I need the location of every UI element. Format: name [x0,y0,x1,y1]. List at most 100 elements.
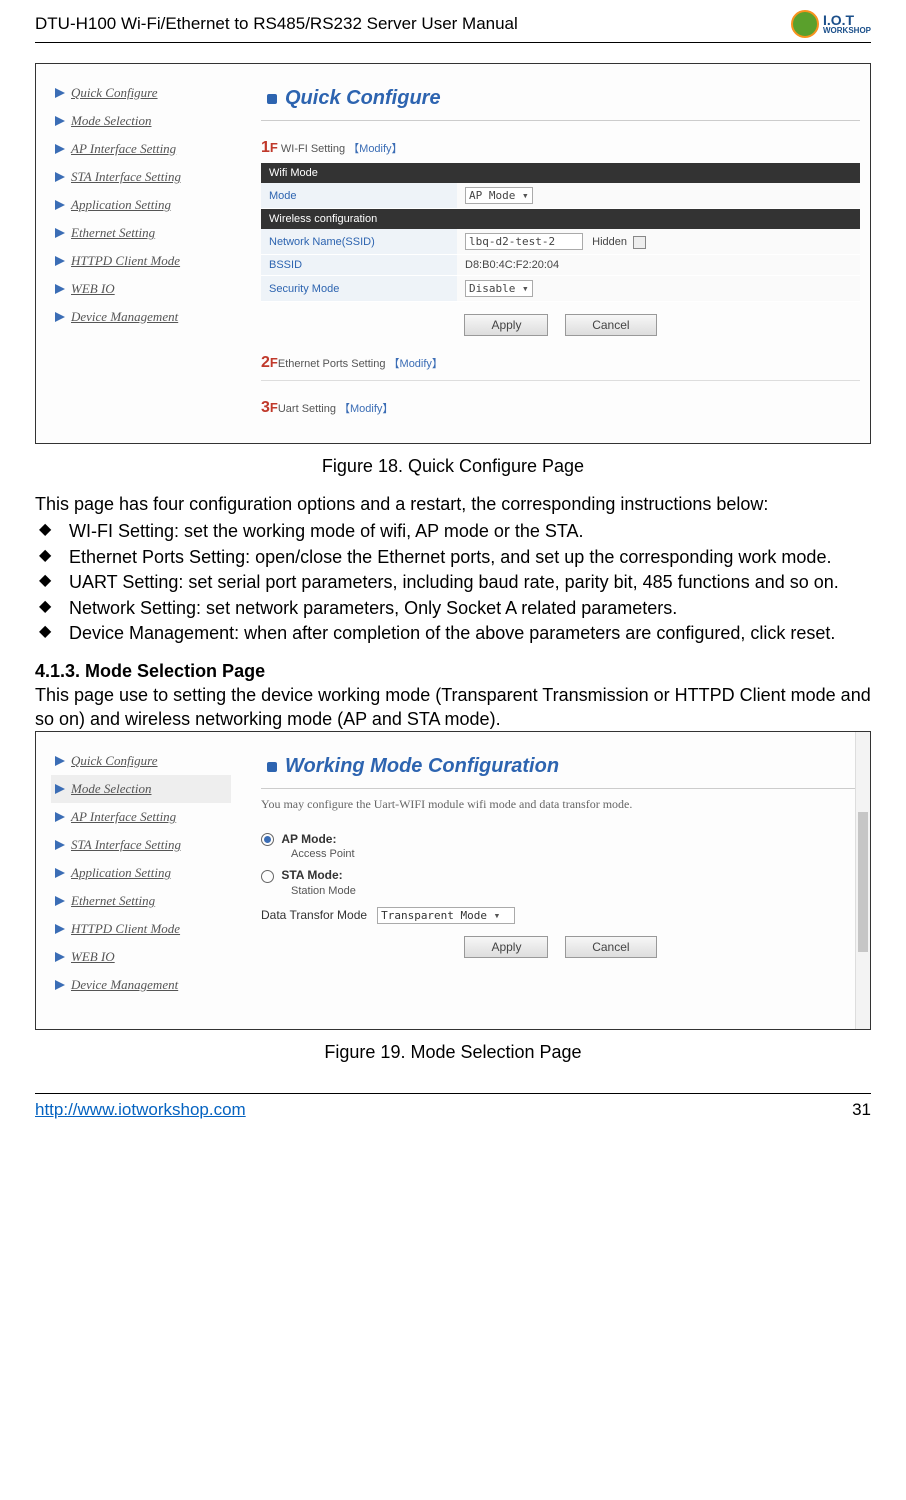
security-label: Security Mode [261,276,457,302]
body-intro: This page has four configuration options… [35,493,871,516]
list-item: Ethernet Ports Setting: open/close the E… [35,546,871,569]
nav-sidebar: Quick Configure Mode Selection AP Interf… [51,79,231,423]
logo-text-sub: WORKSHOP [823,27,871,35]
nav-ethernet[interactable]: Ethernet Setting [51,887,231,915]
arrow-icon [55,312,65,322]
bullet-list: WI-FI Setting: set the working mode of w… [35,520,871,645]
sta-mode-row[interactable]: STA Mode: [261,868,860,882]
nav-label: STA Interface Setting [71,169,181,185]
section-2-label: 2FEthernet Ports Setting 【Modify】 [261,354,860,372]
arrow-icon [55,896,65,906]
arrow-icon [55,980,65,990]
figure-19-screenshot: Quick Configure Mode Selection AP Interf… [35,731,871,1030]
nav-device-mgmt[interactable]: Device Management [51,971,231,999]
nav-label: Quick Configure [71,753,158,769]
modify-link[interactable]: 【Modify】 [348,143,402,155]
arrow-icon [55,952,65,962]
nav-label: Ethernet Setting [71,225,155,241]
dt-label: Data Transfor Mode [261,908,367,922]
ap-mode-sub: Access Point [291,848,860,860]
nav-application[interactable]: Application Setting [51,191,231,219]
data-transfer-row: Data Transfor Mode Transparent Mode [261,907,860,924]
nav-quick-configure[interactable]: Quick Configure [51,79,231,107]
section-3-label: 3FUart Setting 【Modify】 [261,399,860,417]
security-select[interactable]: Disable [465,280,533,297]
nav-sta-interface[interactable]: STA Interface Setting [51,163,231,191]
nav-quick-configure[interactable]: Quick Configure [51,747,231,775]
arrow-icon [55,840,65,850]
bssid-label: BSSID [261,255,457,276]
sta-mode-sub: Station Mode [291,885,860,897]
working-mode-panel: Working Mode Configuration You may confi… [261,747,870,999]
panel-title-text: Working Mode Configuration [285,755,559,778]
arrow-icon [55,284,65,294]
ssid-label: Network Name(SSID) [261,229,457,255]
nav-sta-interface[interactable]: STA Interface Setting [51,831,231,859]
cancel-button[interactable]: Cancel [565,314,656,336]
nav-ap-interface[interactable]: AP Interface Setting [51,135,231,163]
logo-icon [791,10,819,38]
arrow-icon [55,88,65,98]
scrollbar[interactable] [855,732,870,1029]
nav-ethernet[interactable]: Ethernet Setting [51,219,231,247]
nav-label: Ethernet Setting [71,893,155,909]
apply-button[interactable]: Apply [464,936,548,958]
square-icon [267,94,277,104]
ap-mode-row[interactable]: AP Mode: [261,832,860,846]
arrow-icon [55,172,65,182]
cancel-button[interactable]: Cancel [565,936,656,958]
wireless-config-header: Wireless configuration [261,209,860,230]
mode-select[interactable]: AP Mode [465,187,533,204]
apply-button[interactable]: Apply [464,314,548,336]
arrow-icon [55,868,65,878]
arrow-icon [55,812,65,822]
footer-url[interactable]: http://www.iotworkshop.com [35,1100,246,1120]
nav-label: HTTPD Client Mode [71,921,180,937]
nav-httpd[interactable]: HTTPD Client Mode [51,247,231,275]
arrow-icon [55,256,65,266]
nav-label: Quick Configure [71,85,158,101]
ap-mode-label: AP Mode: [281,832,336,846]
ssid-input[interactable]: lbq-d2-test-2 [465,233,583,250]
nav-label: STA Interface Setting [71,837,181,853]
section-4-1-3-text: This page use to setting the device work… [35,684,871,731]
list-item: WI-FI Setting: set the working mode of w… [35,520,871,543]
bssid-value: D8:B0:4C:F2:20:04 [457,255,860,276]
dt-select[interactable]: Transparent Mode [377,907,515,924]
scrollbar-thumb[interactable] [858,812,868,952]
list-item: UART Setting: set serial port parameters… [35,571,871,594]
nav-web-io[interactable]: WEB IO [51,943,231,971]
ap-radio[interactable] [261,833,274,846]
nav-httpd[interactable]: HTTPD Client Mode [51,915,231,943]
modify-link[interactable]: 【Modify】 [339,403,393,415]
doc-title: DTU-H100 Wi-Fi/Ethernet to RS485/RS232 S… [35,14,518,34]
arrow-icon [55,784,65,794]
arrow-icon [55,116,65,126]
modify-link[interactable]: 【Modify】 [389,358,443,370]
square-icon [267,762,277,772]
page-number: 31 [852,1100,871,1120]
figure-19-caption: Figure 19. Mode Selection Page [35,1042,871,1063]
panel-description: You may configure the Uart-WIFI module w… [261,797,860,812]
nav-device-mgmt[interactable]: Device Management [51,303,231,331]
nav-mode-selection[interactable]: Mode Selection [51,107,231,135]
nav-label: HTTPD Client Mode [71,253,180,269]
page-footer: http://www.iotworkshop.com 31 [35,1093,871,1120]
hidden-checkbox[interactable] [633,236,646,249]
panel-title-text: Quick Configure [285,87,441,110]
wifi-config-table: Wifi Mode Mode AP Mode Wireless configur… [261,163,860,302]
figure-18-screenshot: Quick Configure Mode Selection AP Interf… [35,63,871,444]
mode-label: Mode [261,183,457,209]
nav-sidebar: Quick Configure Mode Selection AP Interf… [51,747,231,999]
sta-radio[interactable] [261,870,274,883]
nav-label: Device Management [71,309,178,325]
logo-text-main: I.O.T [823,13,871,27]
nav-mode-selection[interactable]: Mode Selection [51,775,231,803]
section-4-1-3-heading: 4.1.3. Mode Selection Page [35,661,871,682]
nav-application[interactable]: Application Setting [51,859,231,887]
list-item: Network Setting: set network parameters,… [35,597,871,620]
nav-label: AP Interface Setting [71,141,176,157]
nav-ap-interface[interactable]: AP Interface Setting [51,803,231,831]
nav-label: Device Management [71,977,178,993]
nav-web-io[interactable]: WEB IO [51,275,231,303]
